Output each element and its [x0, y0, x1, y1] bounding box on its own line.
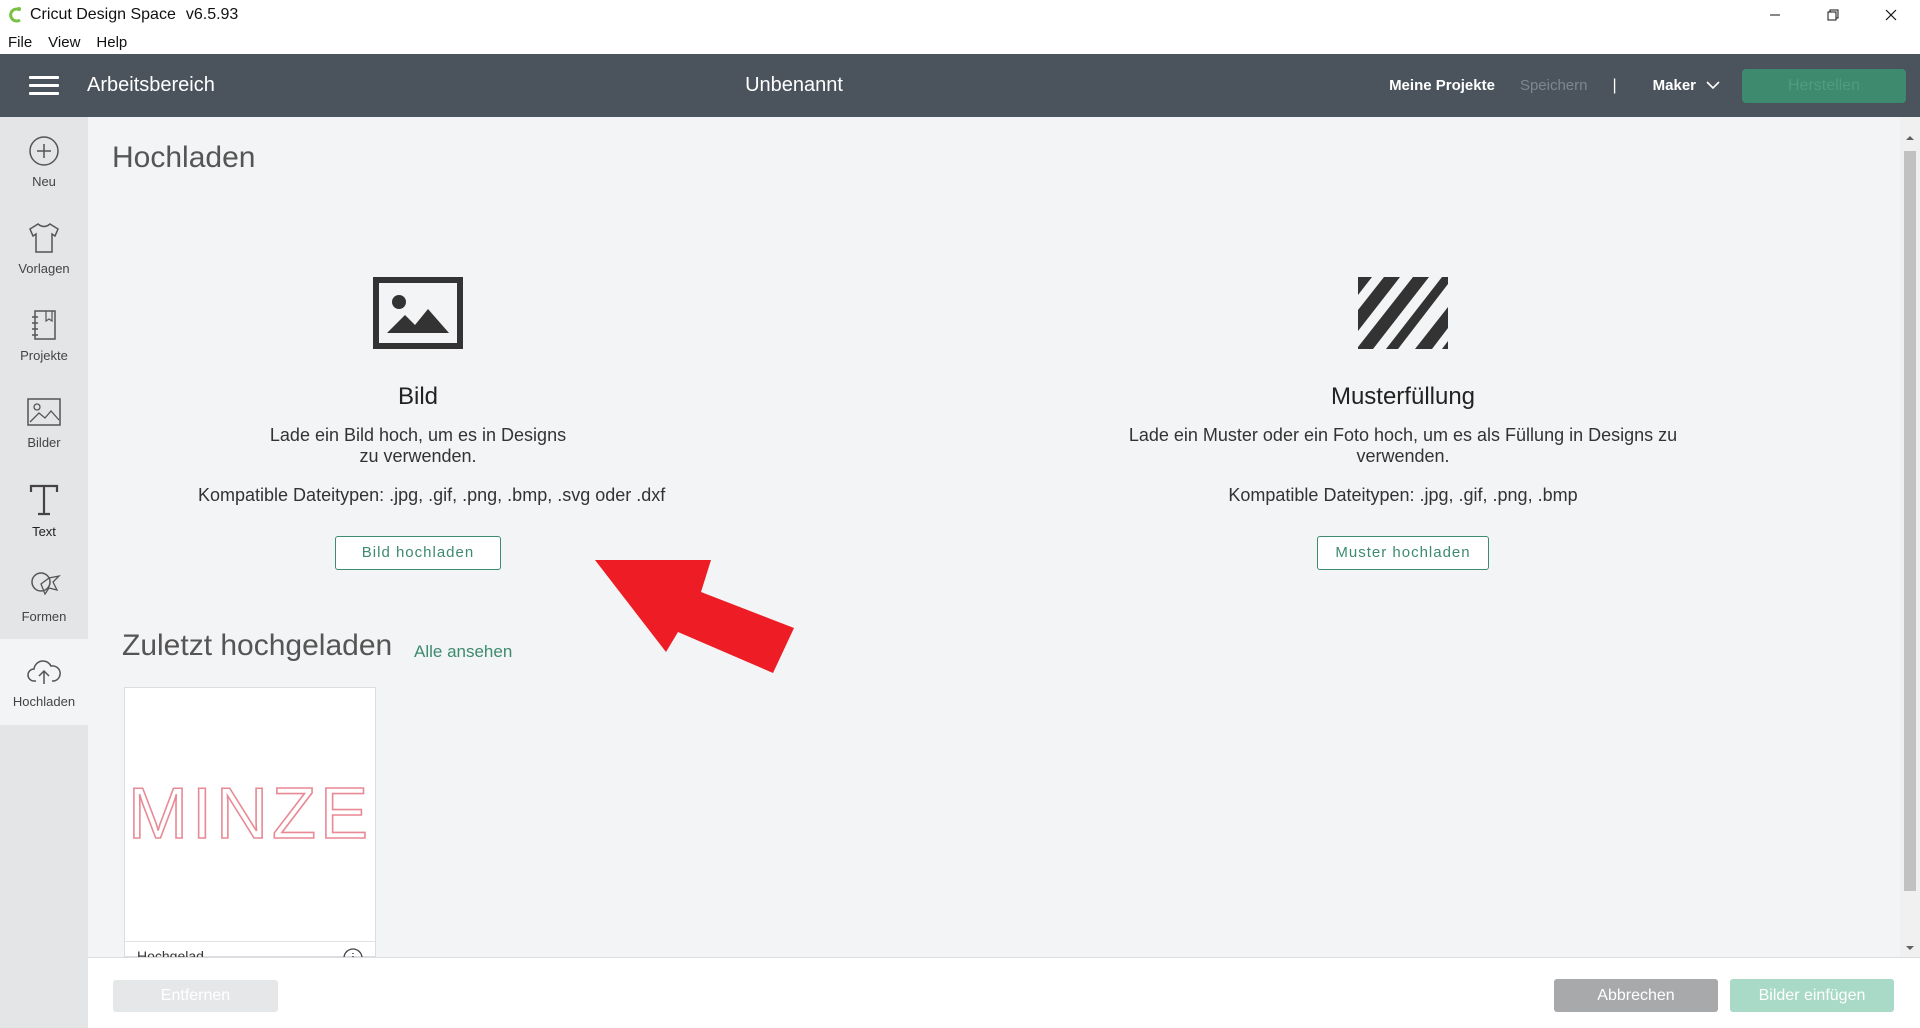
app-title: Cricut Design Space [30, 6, 176, 23]
sidebar-item-text[interactable]: Text [0, 465, 88, 551]
scrollbar-thumb[interactable] [1904, 151, 1916, 891]
my-projects-link[interactable]: Meine Projekte [1389, 77, 1495, 94]
sidebar-item-projects[interactable]: Projekte [0, 291, 88, 377]
tshirt-icon [29, 223, 59, 253]
upload-pattern-button[interactable]: Muster hochladen [1317, 536, 1489, 570]
bottom-action-bar: Entfernen Abbrechen Bilder einfügen [88, 957, 1920, 1028]
remove-button[interactable]: Entfernen [113, 980, 278, 1012]
header-separator: | [1612, 76, 1617, 94]
sidebar-item-new[interactable]: Neu [0, 117, 88, 203]
sidebar-item-images[interactable]: Bilder [0, 378, 88, 464]
left-sidebar: Neu Vorlagen Projekte Bilder Text Formen… [0, 117, 88, 1028]
make-button[interactable]: Herstellen [1742, 68, 1906, 103]
restore-icon [1827, 9, 1839, 21]
machine-label: Maker [1652, 77, 1696, 94]
menu-file[interactable]: File [0, 34, 40, 51]
page-title: Hochladen [112, 141, 256, 174]
document-title[interactable]: Unbenannt [0, 54, 1588, 117]
pattern-upload-description: Lade ein Muster oder ein Foto hoch, um e… [1128, 425, 1678, 466]
cancel-button[interactable]: Abbrechen [1554, 979, 1718, 1012]
menu-bar: File View Help [0, 30, 1920, 54]
notebook-icon [32, 310, 56, 340]
image-upload-heading: Bild [397, 383, 439, 410]
cloud-upload-icon [27, 660, 61, 684]
cricut-logo-icon [6, 5, 26, 25]
sidebar-item-upload[interactable]: Hochladen [0, 639, 88, 725]
image-icon [27, 398, 61, 426]
scroll-down-arrow-icon[interactable] [1905, 943, 1915, 953]
thumbnail-text: MINZE [128, 774, 372, 854]
pattern-upload-file-types: Kompatible Dateitypen: .jpg, .gif, .png,… [1228, 485, 1578, 505]
sidebar-item-shapes[interactable]: Formen [0, 552, 88, 638]
restore-button[interactable] [1804, 0, 1862, 30]
upload-panel: Hochladen Bild Lade ein Bild hoch, um es… [88, 117, 1900, 968]
pattern-upload-section: Musterfüllung Lade ein Muster oder ein F… [1088, 277, 1718, 570]
sidebar-item-label: Hochladen [12, 694, 76, 709]
plus-circle-icon [29, 136, 59, 166]
insert-images-button[interactable]: Bilder einfügen [1730, 979, 1894, 1012]
sidebar-item-templates[interactable]: Vorlagen [0, 204, 88, 290]
close-button[interactable] [1862, 0, 1920, 30]
sidebar-item-label: Neu [32, 174, 56, 189]
red-arrow-annotation [595, 560, 794, 673]
close-icon [1885, 9, 1897, 21]
save-link[interactable]: Speichern [1520, 77, 1588, 94]
image-upload-description: Lade ein Bild hoch, um es in Designs zu … [269, 425, 567, 466]
pattern-fill-icon [1358, 277, 1448, 349]
sidebar-item-label: Bilder [27, 435, 61, 450]
sidebar-item-label: Formen [21, 609, 67, 624]
image-upload-section: Bild Lade ein Bild hoch, um es in Design… [198, 277, 665, 570]
minimize-icon [1770, 14, 1780, 16]
sidebar-item-label: Vorlagen [18, 261, 70, 276]
scroll-up-arrow-icon[interactable] [1905, 133, 1915, 143]
upload-image-button[interactable]: Bild hochladen [335, 536, 501, 570]
shapes-icon [31, 572, 61, 596]
vertical-scrollbar[interactable] [1900, 117, 1920, 957]
recent-uploads-title: Zuletzt hochgeladen [122, 629, 393, 662]
menu-view[interactable]: View [40, 34, 88, 51]
app-version: v6.5.93 [185, 6, 239, 23]
window-titlebar: Cricut Design Space v6.5.93 [0, 0, 1920, 30]
pattern-upload-heading: Musterfüllung [1330, 383, 1476, 410]
machine-selector[interactable]: Maker [1653, 77, 1720, 94]
text-icon [29, 484, 59, 516]
recent-upload-card[interactable]: MINZE Hochgelad... [124, 687, 376, 968]
image-upload-file-types: Kompatible Dateitypen: .jpg, .gif, .png,… [198, 485, 666, 505]
menu-help[interactable]: Help [88, 34, 135, 51]
sidebar-item-label: Text [32, 524, 56, 539]
minimize-button[interactable] [1746, 0, 1804, 30]
upload-thumbnail: MINZE [125, 688, 375, 938]
see-all-link[interactable]: Alle ansehen [414, 642, 512, 662]
sidebar-item-label: Projekte [20, 348, 68, 363]
chevron-down-icon [1706, 81, 1720, 90]
image-upload-icon [373, 277, 463, 349]
app-header: Arbeitsbereich Unbenannt Meine Projekte … [0, 54, 1920, 117]
